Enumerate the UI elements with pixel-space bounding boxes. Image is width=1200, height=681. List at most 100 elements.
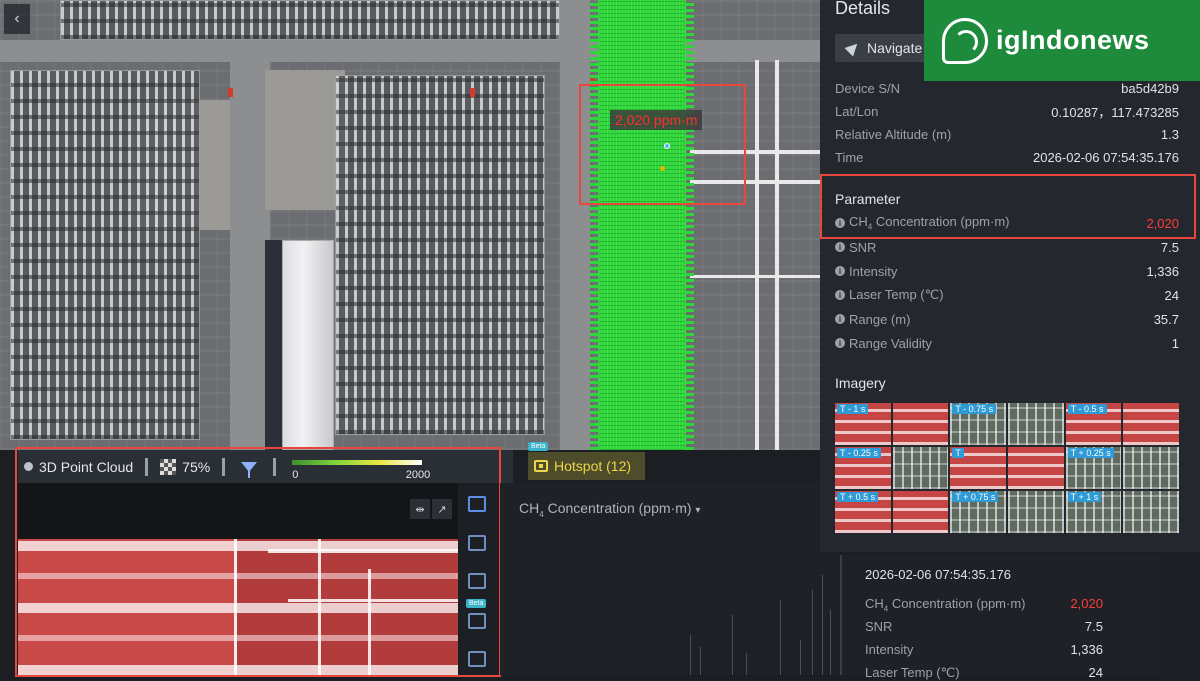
laser-temp-row: i Laser Temp (℃) 24 — [835, 285, 1179, 305]
imagery-thumb[interactable]: T — [950, 447, 1006, 489]
altitude-value: 1.3 — [1160, 126, 1179, 142]
image-icon[interactable] — [468, 496, 486, 512]
fit-width-button[interactable]: ⇹ — [410, 499, 430, 519]
table-icon[interactable] — [468, 573, 486, 589]
chart-bar — [822, 575, 823, 675]
chevron-left-icon: ‹ — [14, 10, 20, 27]
viewer-header: ⇹ ↗ — [18, 483, 458, 539]
chart-title-dropdown[interactable]: CH4 Concentration (ppm·m) ▾ — [519, 500, 700, 519]
back-button[interactable]: ‹ — [4, 4, 30, 34]
map-marker — [470, 88, 475, 97]
imagery-thumb[interactable]: T - 0.5 s — [1065, 403, 1122, 445]
imagery-thumb[interactable]: T + 0.75 s — [950, 491, 1006, 533]
fit-width-icon: ⇹ — [415, 503, 425, 516]
range-validity-value: 1 — [1171, 335, 1179, 351]
device-sn-row: Device S/N ba5d42b9 — [835, 78, 1179, 98]
panel-icon[interactable] — [468, 535, 486, 551]
imagery-thumb[interactable]: T + 1 s — [1065, 491, 1122, 533]
ch4-suffix: Concentration (ppm·m) — [872, 214, 1010, 230]
thumb-label: T - 1 s — [837, 404, 869, 414]
image-pipe — [318, 539, 321, 675]
filter-icon[interactable] — [241, 461, 258, 478]
imagery-thumb[interactable] — [892, 491, 949, 533]
point-cloud-icon — [24, 462, 33, 471]
checklist-icon[interactable] — [468, 613, 486, 629]
readout-time: 2026-02-06 07:54:35.176 — [865, 567, 1012, 582]
imagery-thumb[interactable] — [1123, 491, 1179, 533]
chart-bar — [690, 635, 691, 675]
readout-intensity-value: 1,336 — [1070, 642, 1103, 657]
thumb-label: T - 0.25 s — [837, 448, 881, 458]
imagery-thumb[interactable] — [1008, 403, 1064, 445]
building-hall — [282, 240, 334, 450]
readout-ch4-row: CH4 Concentration (ppm·m) 2,020 — [865, 596, 1103, 614]
point-cloud-label: 3D Point Cloud — [39, 458, 134, 475]
chart-bar — [700, 647, 701, 675]
imagery-thumb[interactable]: T + 0.5 s — [835, 491, 891, 533]
chart-bar — [830, 610, 831, 675]
ch4-label: i CH4 Concentration (ppm·m) — [835, 214, 1010, 232]
intensity-label: Intensity — [849, 263, 898, 279]
opacity-control[interactable]: 75% — [154, 458, 216, 475]
thumb-label: T + 0.75 s — [952, 492, 999, 502]
range-validity-row: i Range Validity 1 — [835, 333, 1179, 353]
color-scale: 0 2000 — [292, 454, 430, 481]
readout-ch4-prefix: CH — [865, 596, 884, 611]
imagery-thumb[interactable] — [1008, 491, 1064, 533]
beta-badge: Beta — [466, 599, 487, 608]
aerial-map[interactable]: 2,020 ppm·m ‹ — [0, 0, 820, 450]
hotspot-icon — [534, 460, 548, 472]
laser-temp-label: Laser Temp (℃) — [849, 287, 944, 302]
time-value: 2026-02-06 07:54:35.176 — [1032, 149, 1179, 165]
logo-icon — [942, 17, 988, 64]
chart-title-suffix: Concentration (ppm·m) — [543, 500, 692, 516]
time-label: Time — [835, 149, 864, 165]
image-pipe — [268, 549, 458, 553]
color-scale-bar — [292, 459, 423, 465]
expand-button[interactable]: ↗ — [432, 499, 452, 519]
imagery-thumb[interactable] — [892, 447, 949, 489]
thumb-label: T + 1 s — [1067, 492, 1102, 502]
imagery-thumb[interactable]: T - 0.25 s — [835, 447, 891, 489]
readout-ch4-suffix: Concentration (ppm·m) — [888, 596, 1026, 611]
imagery-thumb[interactable]: T - 1 s — [835, 403, 891, 445]
chart-bar — [732, 615, 733, 675]
readout-snr-label: SNR — [865, 619, 893, 634]
thumb-label: T + 0.25 s — [1067, 448, 1114, 458]
imagery-thumb[interactable]: T - 0.75 s — [950, 403, 1006, 445]
device-sn-label: Device S/N — [835, 80, 901, 96]
pipeline — [755, 60, 759, 450]
image-viewer[interactable]: ⇹ ↗ — [18, 483, 458, 675]
thumb-label: T - 0.5 s — [1067, 404, 1107, 414]
toolbar-divider — [273, 457, 277, 476]
info-icon: i — [835, 266, 845, 276]
imagery-thumb[interactable] — [1123, 447, 1179, 489]
thermal-image[interactable] — [18, 539, 458, 675]
thumb-label: T + 0.5 s — [837, 492, 879, 502]
imagery-thumb[interactable] — [1008, 447, 1064, 489]
imagery-heading: Imagery — [835, 375, 886, 391]
imagery-thumb[interactable] — [892, 403, 949, 445]
readout-laser-row: Laser Temp (℃) 24 — [865, 665, 1103, 681]
chart-title-prefix: CH — [519, 500, 540, 516]
viewer-side-toolbar — [458, 483, 498, 675]
layers-icon[interactable] — [468, 651, 486, 667]
readout-cursor-line — [840, 555, 842, 675]
readout-intensity-row: Intensity 1,336 — [865, 642, 1103, 657]
info-icon: i — [835, 338, 845, 348]
imagery-thumb[interactable]: T + 0.25 s — [1065, 447, 1122, 489]
navigate-label: Navigate — [867, 40, 923, 56]
imagery-thumb[interactable] — [1123, 403, 1179, 445]
hotspot-button[interactable]: Hotspot (12) — [528, 452, 645, 480]
latlon-row: Lat/Lon 0.10287，117.473285 — [835, 101, 1179, 121]
processing-unit — [10, 70, 200, 440]
concentration-chart[interactable]: CH4 Concentration (ppm·m) ▾ — [500, 483, 840, 675]
range-value: 35.7 — [1153, 311, 1179, 327]
readout-snr-row: SNR 7.5 — [865, 619, 1103, 634]
chart-bar — [812, 590, 813, 675]
point-cloud-toggle[interactable]: 3D Point Cloud — [18, 459, 139, 475]
readout-ch4-value: 2,020 — [1070, 596, 1103, 611]
methane-plume[interactable] — [590, 0, 694, 450]
expand-icon: ↗ — [437, 503, 447, 516]
point-readout: 2026-02-06 07:54:35.176 CH4 Concentratio… — [840, 555, 1160, 680]
